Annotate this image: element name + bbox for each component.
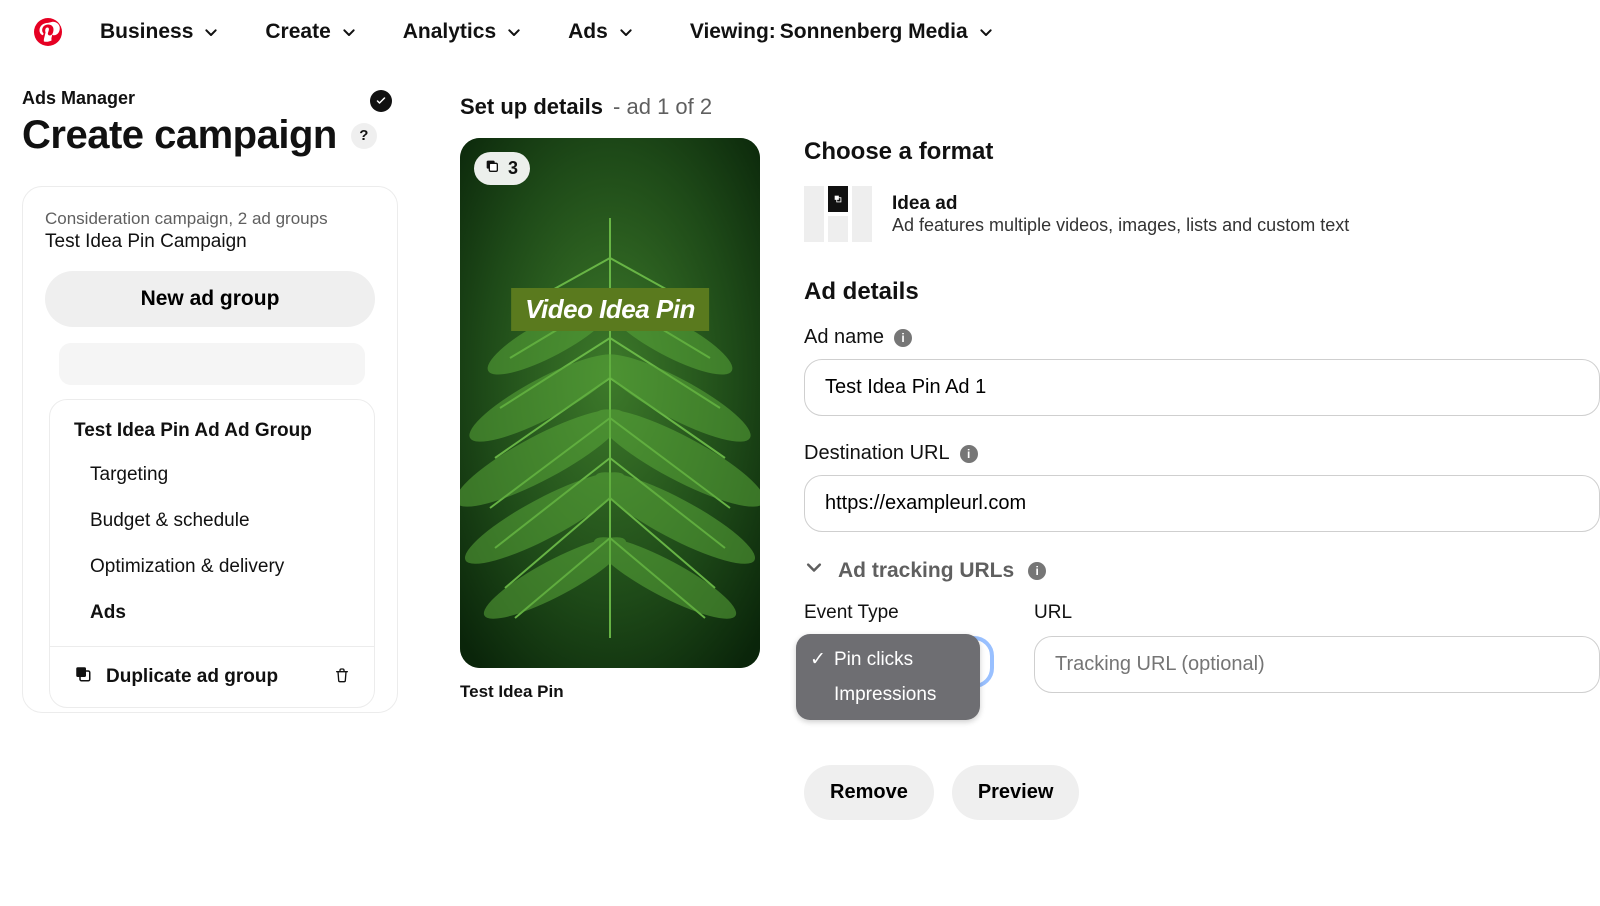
stack-icon [484,158,500,179]
event-type-dropdown: ✓ Pin clicks ✓ Impressions [796,634,980,720]
adgroup-name: Test Idea Pin Ad Ad Group [50,420,374,452]
pin-preview[interactable]: 3 Video Idea Pin [460,138,760,668]
chevron-down-icon [203,25,217,39]
chevron-down-icon [618,25,632,39]
pages-count-badge: 3 [474,152,530,185]
main-content: Set up details - ad 1 of 2 [420,60,1600,820]
sidebar: Ads Manager Create campaign ? Considerat… [0,60,420,820]
preview-overlay-text: Video Idea Pin [511,288,709,331]
new-ad-group-button[interactable]: New ad group [45,271,375,327]
preview-caption: Test Idea Pin [460,682,760,702]
campaign-name: Test Idea Pin Campaign [45,231,375,253]
chevron-down-icon [341,25,355,39]
top-nav: Business Create Analytics Ads Viewing: S… [0,0,1600,60]
nav-business[interactable]: Business [100,20,217,44]
breadcrumb: Ads Manager [22,88,398,109]
chevron-down-icon [506,25,520,39]
setup-title: Set up details [460,94,603,120]
info-icon[interactable]: i [1028,562,1046,580]
help-button[interactable]: ? [351,123,377,149]
format-desc: Ad features multiple videos, images, lis… [892,215,1349,236]
tracking-urls-toggle[interactable]: Ad tracking URLs i [804,558,1600,584]
nav-create-label: Create [265,20,330,44]
duplicate-label: Duplicate ad group [106,666,278,688]
destination-url-input[interactable] [804,475,1600,532]
event-option-label: Pin clicks [834,649,913,671]
event-option-pin-clicks[interactable]: ✓ Pin clicks [796,642,980,677]
ad-name-input[interactable] [804,359,1600,416]
nav-viewing-account: Sonnenberg Media [780,20,968,44]
nav-analytics[interactable]: Analytics [403,20,520,44]
duplicate-icon [74,665,92,689]
format-section-title: Choose a format [804,138,1600,166]
info-icon[interactable]: i [960,445,978,463]
duplicate-adgroup-button[interactable]: Duplicate ad group [74,665,278,689]
info-icon[interactable]: i [894,329,912,347]
adgroup-card: Test Idea Pin Ad Ad Group Targeting Budg… [49,399,375,708]
sidebar-item-targeting[interactable]: Targeting [50,452,374,498]
tracking-urls-label: Ad tracking URLs [838,559,1014,583]
nav-viewing-prefix: Viewing: [690,20,776,44]
pages-count: 3 [508,158,518,179]
status-complete-icon [370,90,392,112]
setup-subtitle: - ad 1 of 2 [613,94,712,120]
event-option-impressions[interactable]: ✓ Impressions [796,677,980,712]
pinterest-logo-icon[interactable] [34,18,62,46]
nav-business-label: Business [100,20,193,44]
delete-adgroup-button[interactable] [334,666,350,689]
chevron-down-icon [978,25,992,39]
ad-name-label: Ad name [804,326,884,349]
sidebar-item-budget[interactable]: Budget & schedule [50,498,374,544]
event-type-label: Event Type [804,602,1004,624]
nav-viewing[interactable]: Viewing: Sonnenberg Media [690,20,992,44]
page-title: Create campaign [22,113,337,158]
event-option-label: Impressions [834,684,936,706]
tracking-url-input[interactable] [1034,636,1600,693]
format-name: Idea ad [892,193,1349,215]
nav-ads-label: Ads [568,20,608,44]
ad-details-section-title: Ad details [804,278,1600,306]
nav-create[interactable]: Create [265,20,354,44]
sidebar-item-ads[interactable]: Ads [50,590,374,636]
campaign-card: Consideration campaign, 2 ad groups Test… [22,186,398,713]
format-option-idea-ad[interactable]: Idea ad Ad features multiple videos, ima… [804,186,1600,242]
campaign-subtitle: Consideration campaign, 2 ad groups [45,209,375,229]
chevron-down-icon [804,558,824,584]
sidebar-item-optimization[interactable]: Optimization & delivery [50,544,374,590]
remove-button[interactable]: Remove [804,765,934,820]
preview-button[interactable]: Preview [952,765,1080,820]
destination-url-label: Destination URL [804,442,950,465]
idea-ad-icon [804,186,872,242]
adgroup-placeholder-strip [59,343,365,385]
nav-analytics-label: Analytics [403,20,496,44]
check-icon: ✓ [810,648,824,671]
tracking-url-label: URL [1034,602,1600,624]
nav-ads[interactable]: Ads [568,20,632,44]
